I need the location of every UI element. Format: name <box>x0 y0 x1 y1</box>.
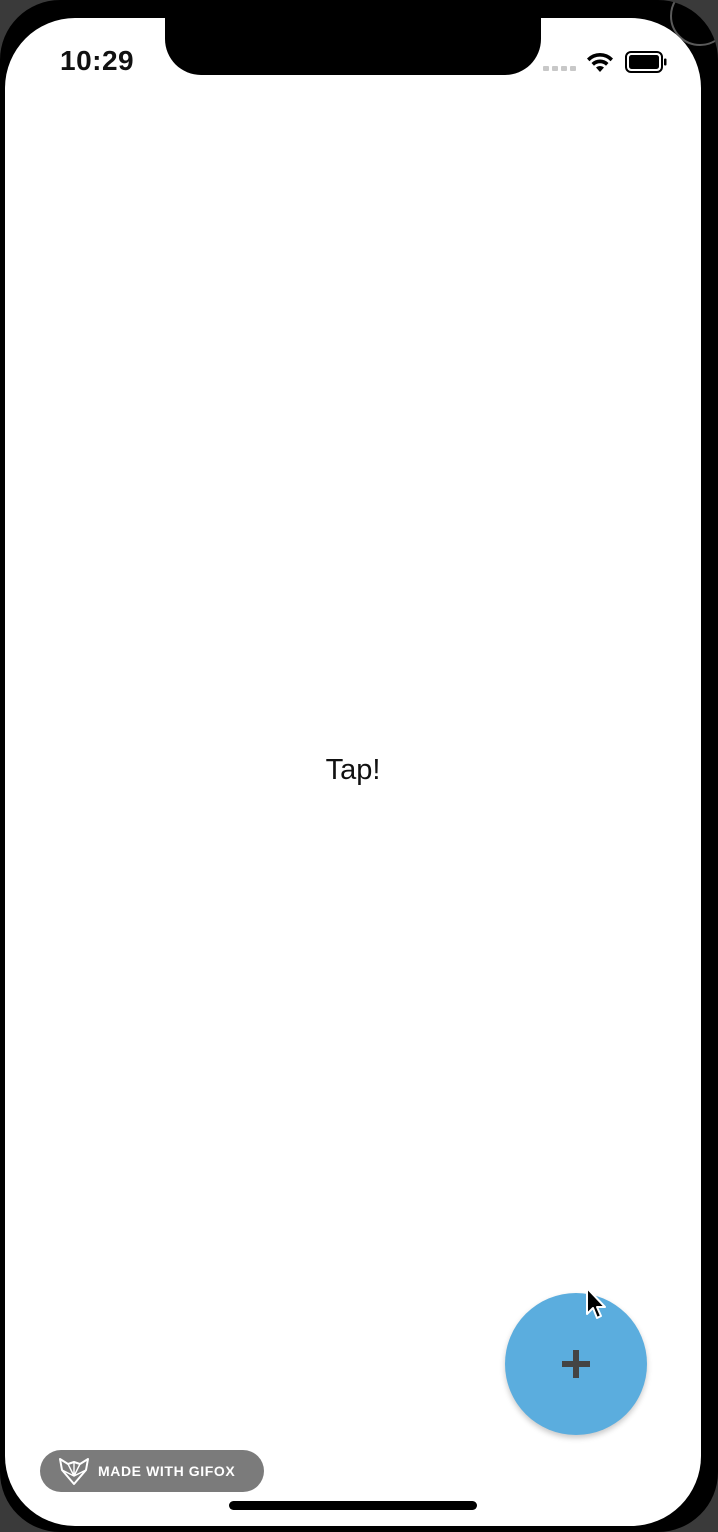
gifox-watermark: MADE WITH GIFOX <box>40 1450 264 1492</box>
wifi-icon <box>587 52 613 72</box>
device-frame: 10:29 Tap! MADE WITH GIFOX <box>0 0 718 1532</box>
status-time: 10:29 <box>60 45 135 76</box>
cellular-signal-icon <box>543 66 576 71</box>
add-button[interactable] <box>505 1293 647 1435</box>
fox-icon <box>59 1458 89 1485</box>
device-notch <box>165 18 541 75</box>
plus-icon <box>562 1350 590 1378</box>
battery-icon <box>625 51 667 73</box>
tap-label: Tap! <box>325 754 381 786</box>
watermark-label: MADE WITH GIFOX <box>98 1463 236 1479</box>
home-indicator[interactable] <box>229 1501 477 1510</box>
app-screen: 10:29 Tap! MADE WITH GIFOX <box>5 18 701 1526</box>
